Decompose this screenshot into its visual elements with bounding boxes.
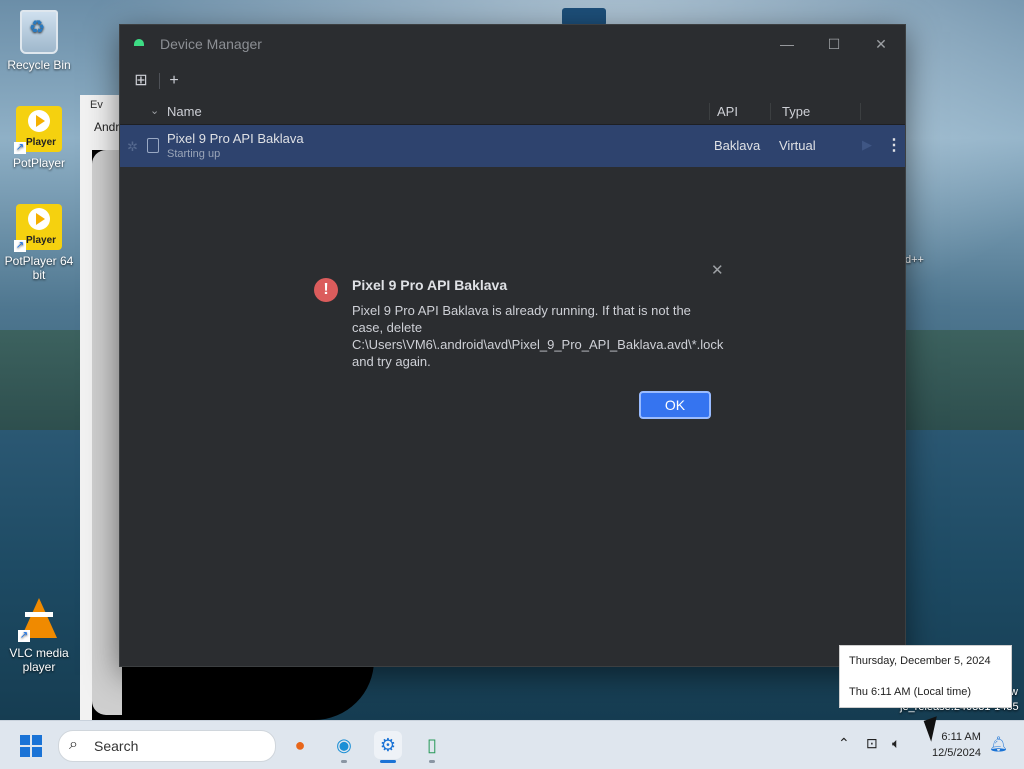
recycle-bin-icon	[20, 10, 58, 54]
dialog-message: Pixel 9 Pro API Baklava is already runni…	[352, 303, 724, 369]
shortcut-arrow-icon: ↗	[14, 142, 26, 154]
edge-icon[interactable]: ◉	[330, 731, 358, 759]
dialog-title: Pixel 9 Pro API Baklava	[352, 277, 508, 293]
desktop-icon-label: VLC media player	[9, 646, 69, 674]
toolbar-separator	[159, 73, 160, 89]
start-button[interactable]	[20, 735, 42, 757]
firefox-icon[interactable]: ●	[286, 731, 314, 759]
android-logo-icon	[134, 39, 144, 46]
device-type: Virtual	[779, 138, 816, 153]
table-header: ⌄ Name API Type	[120, 99, 905, 125]
device-name: Pixel 9 Pro API Baklava	[167, 131, 304, 146]
play-icon[interactable]: ▶	[862, 137, 872, 153]
desktop-icon-recycle-bin[interactable]: Recycle Bin	[4, 10, 74, 72]
shortcut-arrow-icon: ↗	[18, 630, 30, 642]
taskbar: ⌕ Search ● ◉ ⚙ ▯ ⌃ ⊡ 🔈︎ 6:11 AM 12/5/202…	[0, 720, 1024, 769]
desktop-icon-potplayer-64[interactable]: Player ↗ PotPlayer 64 bit	[4, 204, 74, 282]
desktop-label-right: d++	[905, 254, 924, 266]
android-studio-icon[interactable]: ⚙	[374, 731, 402, 759]
ok-button[interactable]: OK	[639, 391, 711, 419]
pair-devices-icon[interactable]: ⊞	[130, 70, 152, 92]
chevron-down-icon[interactable]: ⌄	[150, 104, 159, 117]
device-status: Starting up	[167, 148, 221, 160]
column-header-api[interactable]: API	[717, 104, 738, 119]
search-icon: ⌕	[69, 736, 78, 753]
shortcut-arrow-icon: ↗	[14, 240, 26, 252]
dialog-close-icon[interactable]: ✕	[711, 261, 724, 279]
clock-date: 12/5/2024	[932, 747, 981, 759]
chevron-up-icon[interactable]: ⌃	[838, 735, 850, 752]
emulator-icon[interactable]: ▯	[418, 731, 446, 759]
desktop-icon-label: Recycle Bin	[7, 58, 71, 72]
toolbar: ⊞ +	[120, 63, 905, 100]
search-placeholder: Search	[94, 738, 139, 754]
clock-tooltip: Thursday, December 5, 2024 Thu 6:11 AM (…	[839, 645, 1012, 708]
table-row[interactable]: ✲ Pixel 9 Pro API Baklava Starting up Ba…	[120, 125, 905, 167]
potplayer-icon: Player ↗	[14, 106, 62, 154]
column-header-name[interactable]: Name	[167, 104, 202, 119]
window-title: Device Manager	[160, 36, 262, 52]
emulator-frame	[92, 150, 122, 715]
add-device-button[interactable]: +	[163, 70, 185, 92]
minimize-button[interactable]: —	[772, 33, 802, 55]
volume-icon[interactable]: 🔈︎	[892, 735, 900, 752]
more-options-icon[interactable]: ⋮	[886, 135, 902, 155]
column-header-type[interactable]: Type	[782, 104, 810, 119]
desktop-icon-label: PotPlayer	[12, 156, 66, 170]
device-api: Baklava	[714, 138, 761, 153]
desktop-icon-vlc[interactable]: ↗ VLC media player	[4, 598, 74, 674]
background-window-text: Andr	[94, 120, 120, 134]
taskbar-search[interactable]: ⌕ Search	[58, 730, 276, 762]
title-bar[interactable]: Device Manager — ☐ ✕	[120, 25, 905, 63]
desktop-icon-label: PotPlayer 64 bit	[4, 254, 74, 282]
tooltip-date: Thursday, December 5, 2024	[849, 655, 991, 667]
tooltip-time: Thu 6:11 AM (Local time)	[849, 686, 972, 698]
desktop-icon-potplayer[interactable]: Player ↗ PotPlayer	[4, 106, 74, 170]
notification-bell-icon[interactable]: 🔔︎	[989, 735, 1008, 753]
close-button[interactable]: ✕	[866, 33, 896, 55]
maximize-button[interactable]: ☐	[819, 33, 849, 55]
background-window-title: Ev	[90, 99, 103, 111]
network-icon[interactable]: ⊡	[866, 735, 878, 752]
device-icon	[147, 138, 159, 153]
potplayer-icon: Player ↗	[14, 204, 62, 252]
gear-icon: ✲	[127, 139, 138, 154]
error-dialog[interactable]: ! Pixel 9 Pro API Baklava Pixel 9 Pro AP…	[303, 255, 735, 435]
error-icon: !	[314, 278, 338, 302]
